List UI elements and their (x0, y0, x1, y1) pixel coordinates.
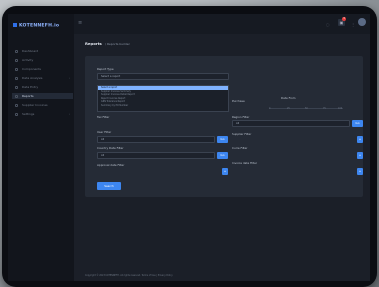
sidebar-item-activity[interactable]: Activity (15, 57, 73, 63)
report-type-dropdown[interactable]: Select a report Supplier Invoices Summar… (97, 85, 229, 112)
analysis-icon (15, 76, 18, 80)
dropdown-option[interactable]: Summary by PO Number (98, 104, 228, 108)
report-form-card: Report Type Select a report Select a rep… (85, 56, 363, 197)
country-go-button[interactable]: Go (217, 152, 228, 159)
dashboard-icon (15, 49, 18, 53)
report-type-label: Report Type (97, 67, 114, 71)
invoice-add-button[interactable]: + (357, 168, 363, 175)
entry-icon (15, 85, 18, 89)
slider-tick: 25 (287, 106, 290, 110)
user-filter-label: User Filter (97, 130, 112, 134)
country-filter-label: Country Date Filter (97, 146, 124, 150)
slider-tick: 50 (305, 106, 308, 110)
footer-text: Copyright © 2023 KOTENNEFH. All rights r… (85, 274, 173, 277)
chevron-right-icon: › (68, 112, 70, 116)
sidebar-item-settings[interactable]: Settings › (15, 111, 73, 117)
app-screen: KOTENNEFH.io Dashboard Activity Componen… (8, 14, 370, 281)
region-filter-label: Region Filter (232, 115, 250, 119)
region-go-button[interactable]: Go (352, 120, 363, 127)
region-filter-select[interactable]: All (232, 120, 350, 127)
more-vertical-icon[interactable]: ⋮ (351, 22, 355, 27)
slider-tick: 75 (323, 106, 326, 110)
sidebar-item-dashboard[interactable]: Dashboard (15, 48, 73, 54)
sidebar-item-components[interactable]: Components (15, 66, 73, 72)
chevron-right-icon: › (68, 76, 70, 80)
app-logo[interactable]: KOTENNEFH.io (13, 23, 59, 29)
sidebar-item-reports[interactable]: Reports (12, 93, 73, 99)
user-avatar[interactable] (358, 18, 366, 26)
notification-badge: 3 (342, 17, 346, 21)
invoice-filter-label: Invoice date Filter (232, 161, 258, 165)
slider-tick: 100 (338, 106, 343, 110)
sidebar-item-data-entry[interactable]: Data Entry (15, 84, 73, 90)
tax-filter-label: Tax Filter (97, 115, 110, 119)
slider-tick: 0 (269, 106, 271, 110)
components-icon (15, 67, 18, 71)
report-type-select[interactable]: Select a report (97, 73, 229, 80)
supplier-filter-label: Supplier Filter (232, 132, 252, 136)
currency-filter-label: Curre Filter (232, 146, 248, 150)
settings-icon (15, 112, 18, 116)
invoice-icon (15, 103, 18, 107)
logo-icon (13, 23, 17, 27)
purchase-label: Purchase (232, 99, 245, 103)
sidebar-item-data-analysis[interactable]: Data Analysis › (15, 75, 73, 81)
user-go-button[interactable]: Go (217, 136, 228, 143)
approval-add-button[interactable]: + (222, 168, 228, 175)
page-title: Reports (85, 41, 102, 46)
country-filter-select[interactable]: All (97, 152, 215, 159)
tablet-frame: KOTENNEFH.io Dashboard Activity Componen… (2, 6, 377, 287)
activity-icon (15, 58, 18, 62)
date-from-label: Date From (281, 96, 296, 100)
top-header: ≡ ◌ ▣ 3 ⋮ (74, 14, 370, 34)
breadcrumb[interactable]: / Reports builder (105, 42, 130, 46)
sidebar: KOTENNEFH.io Dashboard Activity Componen… (8, 14, 74, 281)
search-button[interactable]: Search (97, 182, 121, 190)
hamburger-menu-icon[interactable]: ≡ (78, 21, 83, 26)
sidebar-item-supplier-invoices[interactable]: Supplier Invoices (15, 102, 73, 108)
reports-icon (15, 94, 18, 98)
approval-filter-label: Approval date Filter (97, 163, 125, 167)
currency-add-button[interactable]: + (357, 152, 363, 159)
user-filter-select[interactable]: All (97, 136, 215, 143)
supplier-add-button[interactable]: + (357, 136, 363, 143)
bell-icon[interactable]: ◌ (326, 22, 330, 27)
